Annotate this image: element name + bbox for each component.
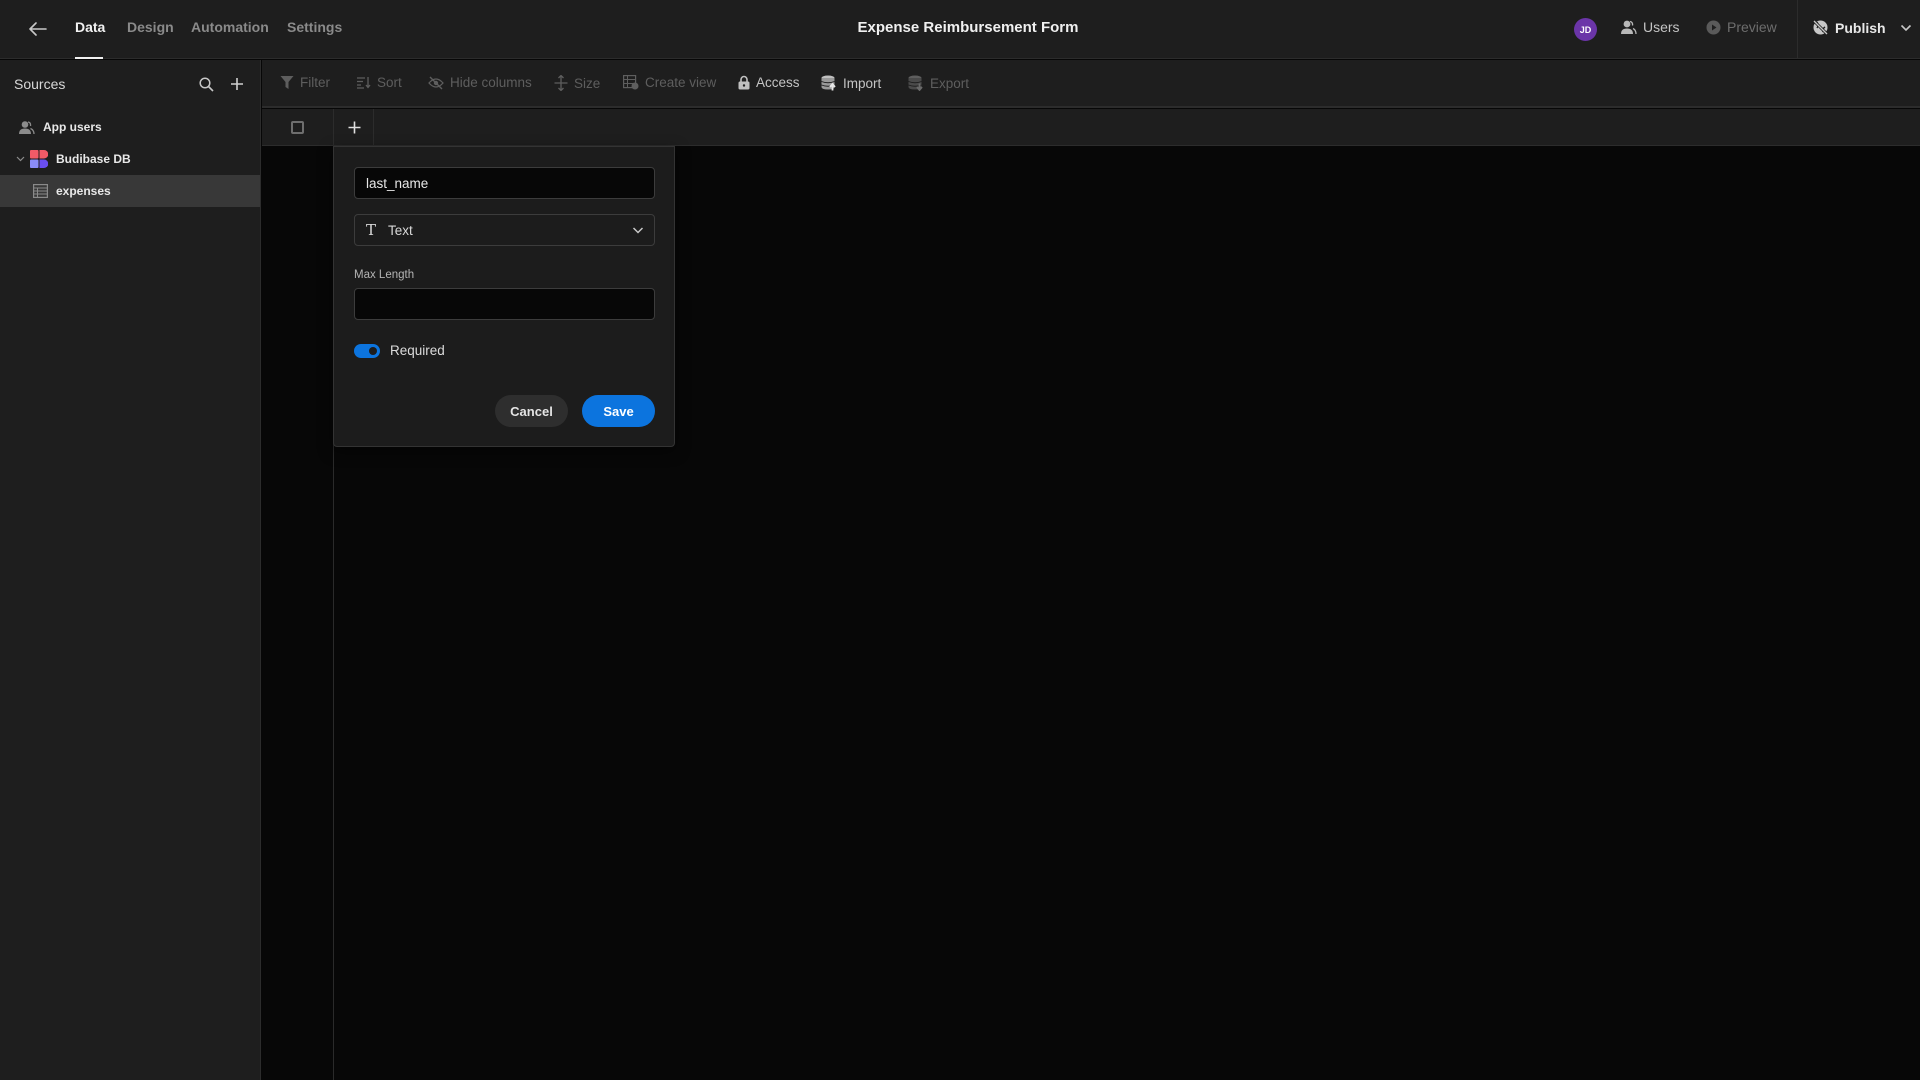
search-sources-button[interactable] [196,74,216,94]
chevron-down-icon [16,156,25,162]
create-view-label: Create view [645,75,717,90]
hide-columns-label: Hide columns [450,75,532,90]
column-type-select[interactable]: T Text [354,214,655,246]
header-divider [1797,0,1798,59]
required-toggle[interactable] [354,343,380,358]
sidebar-item-expenses[interactable]: expenses [0,175,260,207]
database-export-icon [908,75,923,91]
table-view-icon [623,75,639,90]
column-type-value: Text [388,222,413,238]
plus-icon [231,78,243,90]
row-height-icon [554,75,568,91]
sidebar-item-budibase-db[interactable]: Budibase DB [0,143,260,175]
sidebar-item-label: App users [43,120,102,134]
sources-heading: Sources [14,76,66,92]
arrow-left-icon [29,22,47,36]
tab-data[interactable]: Data [75,19,105,35]
export-button[interactable]: Export [908,75,969,91]
create-view-button[interactable]: Create view [623,75,716,90]
publish-label: Publish [1835,19,1886,36]
export-label: Export [930,75,970,91]
sort-button[interactable]: Sort [356,75,402,90]
database-import-icon [821,75,836,91]
active-tab-indicator [75,57,103,59]
size-label: Size [574,75,601,91]
user-group-icon [19,120,35,134]
filter-label: Filter [300,75,330,90]
top-navigation-bar: Data Design Automation Settings Expense … [0,0,1920,59]
add-source-button[interactable] [227,74,247,94]
add-column-button[interactable] [335,109,374,146]
filter-icon [280,76,294,89]
hide-columns-button[interactable]: Hide columns [428,75,532,90]
required-label: Required [390,343,445,358]
size-button[interactable]: Size [554,75,600,91]
save-button[interactable]: Save [582,395,655,427]
cancel-button[interactable]: Cancel [495,395,568,427]
tab-design[interactable]: Design [127,19,174,35]
grid-header-row [262,109,1920,146]
import-label: Import [843,75,882,91]
chevron-down-icon [1900,24,1911,31]
import-button[interactable]: Import [821,75,881,91]
play-circle-icon [1706,20,1721,34]
max-length-label: Max Length [354,269,415,281]
users-label: Users [1643,19,1680,35]
visibility-off-icon [428,76,444,89]
sources-sidebar: Sources App users Budibase DB expenses [0,60,261,1080]
sidebar-item-app-users[interactable]: App users [0,111,260,143]
table-toolbar: Filter Sort Hide columns Size Create vie… [262,60,1920,108]
sidebar-item-label: Budibase DB [56,152,131,166]
max-length-field[interactable] [354,288,655,320]
new-column-popover: T Text Max Length Required Cancel Save [333,146,675,447]
max-length-input[interactable] [355,289,654,319]
chevron-down-icon [632,227,644,234]
text-type-icon: T [366,221,377,239]
filter-button[interactable]: Filter [280,75,330,90]
tab-automation[interactable]: Automation [191,19,269,35]
column-name-field[interactable] [354,167,655,199]
search-icon [198,76,214,92]
access-button[interactable]: Access [738,75,800,90]
select-all-cell [262,109,334,146]
sidebar-item-label: expenses [56,184,111,198]
select-all-checkbox[interactable] [291,121,304,134]
back-button[interactable] [26,17,50,41]
sort-label: Sort [377,75,402,90]
user-group-icon [1621,20,1637,35]
toggle-knob [369,346,377,355]
budibase-logo-icon [30,150,48,168]
sort-icon [357,77,371,89]
publish-button[interactable]: Publish [1812,19,1912,36]
globe-strike-icon [1812,19,1829,36]
access-label: Access [756,75,800,90]
tab-settings[interactable]: Settings [287,19,342,35]
table-icon [33,184,48,198]
users-button[interactable]: Users [1620,19,1680,35]
preview-button[interactable]: Preview [1706,19,1777,35]
lock-icon [738,75,750,90]
user-avatar[interactable]: JD [1574,18,1597,41]
plus-icon [348,121,360,134]
column-name-input[interactable] [355,168,654,198]
required-toggle-row: Required [354,343,445,358]
preview-label: Preview [1727,19,1777,35]
